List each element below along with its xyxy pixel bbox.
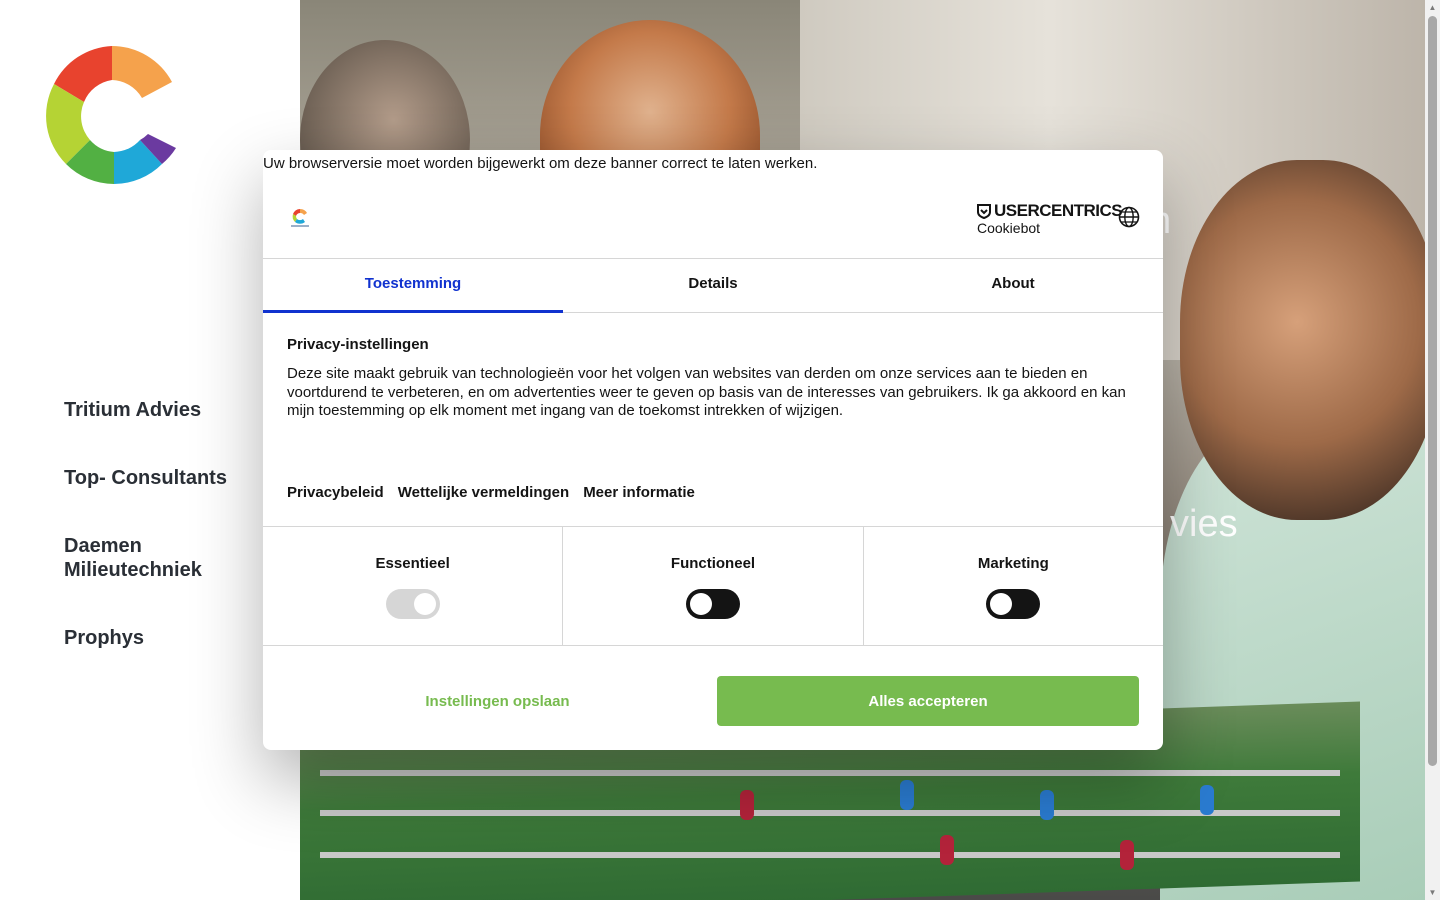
consent-tabs: Toestemming Details About bbox=[263, 258, 1163, 313]
company-logo[interactable] bbox=[44, 40, 180, 190]
cookiebot-wordmark: Cookiebot bbox=[977, 220, 1041, 236]
nav-item-tritium-advies[interactable]: Tritium Advies bbox=[64, 398, 284, 422]
category-label: Marketing bbox=[977, 555, 1049, 572]
foosball-rod bbox=[320, 852, 1340, 858]
category-label: Essentieel bbox=[375, 555, 450, 572]
link-meer-informatie[interactable]: Meer informatie bbox=[583, 484, 695, 501]
privacy-description: Deze site maakt gebruik van technologieë… bbox=[287, 365, 1126, 419]
toggle-essentieel bbox=[385, 589, 440, 619]
consent-body: Privacy-instellingen Deze site maakt geb… bbox=[287, 336, 1139, 421]
tab-about[interactable]: About bbox=[863, 258, 1163, 312]
foosball-figure bbox=[1120, 840, 1134, 870]
category-label: Functioneel bbox=[670, 555, 756, 572]
page-scrollbar[interactable]: ▲ ▼ bbox=[1425, 0, 1440, 900]
consent-categories: Essentieel Functioneel Marketing bbox=[263, 526, 1163, 646]
dialog-header: USERCENTRICS Cookiebot bbox=[263, 186, 1163, 259]
foosball-rod bbox=[320, 810, 1340, 816]
shield-icon bbox=[977, 203, 991, 219]
foosball-figure bbox=[900, 780, 914, 810]
link-privacybeleid[interactable]: Privacybeleid bbox=[287, 484, 384, 501]
category-essentieel: Essentieel bbox=[263, 527, 564, 645]
toggle-knob bbox=[413, 593, 436, 615]
toggle-knob bbox=[990, 593, 1013, 615]
site-logo-small bbox=[291, 208, 309, 227]
hero-subheading-fragment: vies bbox=[1170, 503, 1238, 545]
scroll-down-arrow-icon[interactable]: ▼ bbox=[1425, 885, 1440, 900]
hero-person-right bbox=[1180, 160, 1425, 520]
foosball-rod bbox=[320, 770, 1340, 776]
nav-item-prophys[interactable]: Prophys bbox=[64, 626, 284, 650]
usercentrics-cookiebot-brand[interactable]: USERCENTRICS Cookiebot bbox=[977, 201, 1123, 236]
tab-details[interactable]: Details bbox=[563, 258, 863, 312]
foosball-figure bbox=[940, 835, 954, 865]
policy-links: Privacybeleid Wettelijke vermeldingen Me… bbox=[287, 484, 695, 501]
usercentrics-wordmark: USERCENTRICS bbox=[994, 201, 1123, 220]
scroll-up-arrow-icon[interactable]: ▲ bbox=[1425, 0, 1440, 15]
nav-item-top-consultants[interactable]: Top- Consultants bbox=[64, 466, 284, 490]
language-globe-icon[interactable] bbox=[1118, 206, 1140, 228]
site-nav: Tritium Advies Top- Consultants Daemen M… bbox=[64, 398, 284, 694]
tab-toestemming[interactable]: Toestemming bbox=[263, 258, 563, 313]
sidebar: Tritium Advies Top- Consultants Daemen M… bbox=[0, 0, 300, 900]
nav-item-daemen-milieutechniek[interactable]: Daemen Milieutechniek bbox=[64, 534, 284, 582]
toggle-knob bbox=[689, 593, 712, 615]
foosball-figure bbox=[1200, 785, 1214, 815]
cookie-consent-dialog: Uw browserversie moet worden bijgewerkt … bbox=[263, 150, 1163, 750]
scroll-thumb[interactable] bbox=[1428, 16, 1437, 766]
link-wettelijke-vermeldingen[interactable]: Wettelijke vermeldingen bbox=[398, 484, 569, 501]
category-marketing: Marketing bbox=[864, 527, 1163, 645]
toggle-marketing[interactable] bbox=[986, 589, 1041, 619]
privacy-heading: Privacy-instellingen bbox=[287, 336, 429, 353]
accept-all-button[interactable]: Alles accepteren bbox=[717, 676, 1139, 726]
category-functioneel: Functioneel bbox=[563, 527, 864, 645]
foosball-figure bbox=[740, 790, 754, 820]
browser-warning: Uw browserversie moet worden bijgewerkt … bbox=[263, 155, 818, 172]
foosball-figure bbox=[1040, 790, 1054, 820]
save-settings-button[interactable]: Instellingen opslaan bbox=[287, 676, 708, 726]
toggle-functioneel[interactable] bbox=[685, 589, 740, 619]
